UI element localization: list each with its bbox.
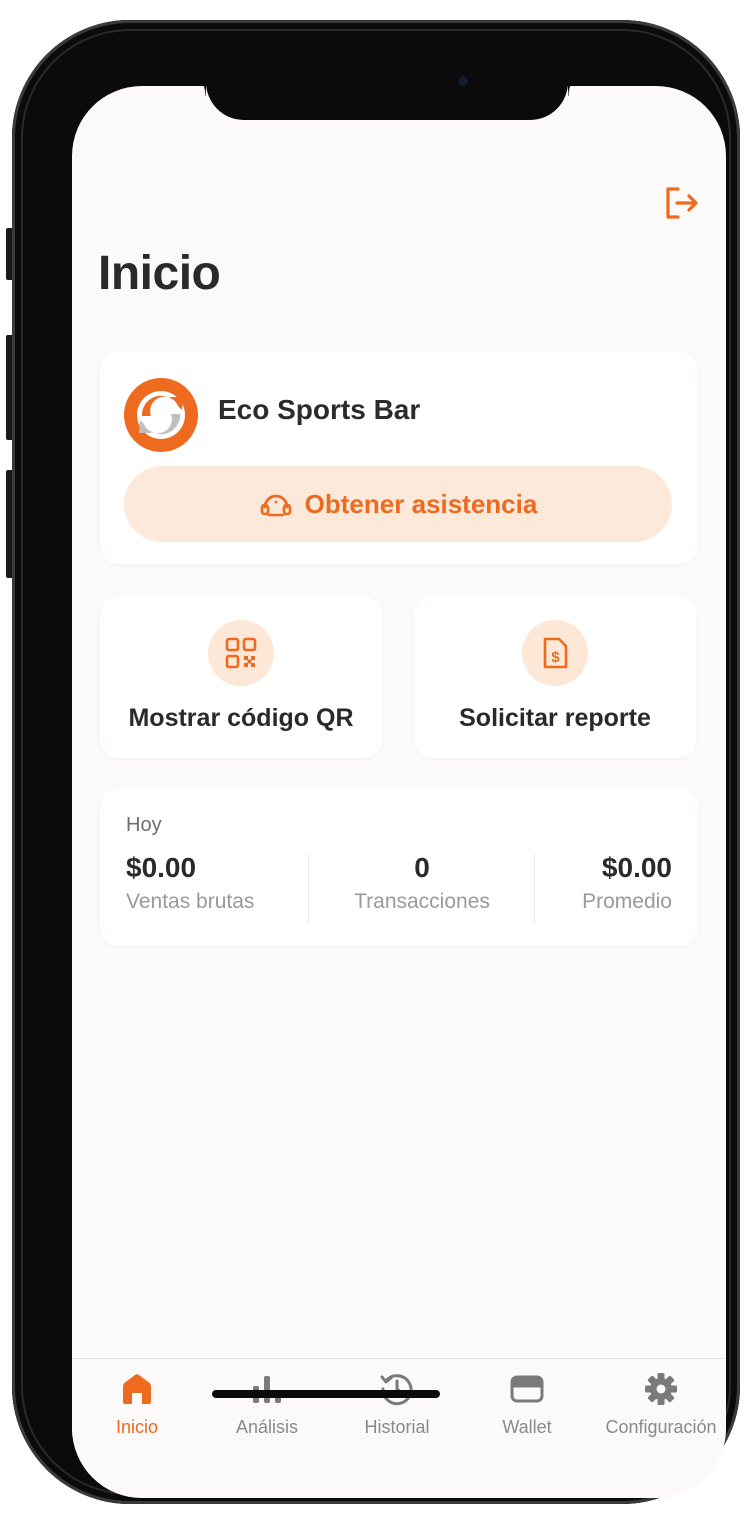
transactions-stat: 0 Transacciones — [332, 852, 512, 914]
stat-divider — [308, 854, 309, 924]
get-help-button[interactable]: Obtener asistencia — [124, 466, 672, 542]
logout-icon[interactable] — [664, 186, 700, 220]
tab-label: Inicio — [115, 1417, 159, 1437]
qr-icon-circle — [208, 620, 274, 686]
home-indicator[interactable] — [212, 1390, 440, 1398]
period-label: Hoy — [126, 814, 162, 836]
business-card: Eco Sports Bar Obtener asistencia — [100, 352, 698, 564]
phone-screen: Inicio Eco Sports Bar Obtener asistencia — [72, 86, 726, 1498]
today-summary-card: Hoy $0.00 Ventas brutas 0 Transacciones … — [100, 788, 698, 946]
transactions-value: 0 — [414, 852, 430, 883]
bottom-tab-bar: Inicio Análisis Historial Wallet Configu… — [72, 1358, 726, 1498]
gross-sales-label: Ventas brutas — [126, 890, 255, 913]
phone-frame: Inicio Eco Sports Bar Obtener asistencia — [12, 20, 740, 1504]
wallet-icon — [510, 1375, 544, 1403]
average-stat: $0.00 Promedio — [492, 852, 672, 914]
front-camera — [458, 76, 468, 86]
gear-icon — [645, 1373, 677, 1405]
tab-label: Configuración — [605, 1417, 717, 1437]
tab-inicio[interactable]: Inicio — [72, 1369, 202, 1438]
get-help-label: Obtener asistencia — [304, 488, 538, 519]
tab-label: Historial — [364, 1417, 430, 1437]
phone-notch — [176, 66, 598, 120]
bar-chart-icon — [253, 1376, 281, 1403]
qr-code-icon — [225, 637, 257, 669]
business-logo — [124, 378, 198, 452]
show-qr-card[interactable]: Mostrar código QR — [100, 596, 382, 758]
page-title: Inicio — [98, 247, 221, 300]
gross-sales-stat: $0.00 Ventas brutas — [126, 852, 306, 914]
tab-historial[interactable]: Historial — [332, 1369, 462, 1438]
tab-configuracion[interactable]: Configuración — [596, 1369, 726, 1438]
tab-label: Wallet — [502, 1417, 552, 1437]
request-report-card[interactable]: $ Solicitar reporte — [414, 596, 696, 758]
request-report-label: Solicitar reporte — [459, 704, 651, 732]
tab-wallet[interactable]: Wallet — [462, 1369, 592, 1438]
svg-text:$: $ — [551, 649, 560, 666]
transactions-label: Transacciones — [354, 890, 490, 913]
tab-label: Análisis — [235, 1417, 299, 1437]
average-label: Promedio — [582, 890, 672, 913]
report-document-icon: $ — [543, 637, 568, 669]
business-name: Eco Sports Bar — [218, 394, 421, 425]
tab-analisis[interactable]: Análisis — [202, 1369, 332, 1438]
gross-sales-value: $0.00 — [126, 852, 197, 883]
average-value: $0.00 — [601, 852, 672, 883]
history-icon — [380, 1374, 413, 1406]
report-icon-circle: $ — [522, 620, 588, 686]
home-icon — [123, 1374, 151, 1404]
support-agent-icon — [260, 494, 291, 517]
show-qr-label: Mostrar código QR — [128, 704, 354, 732]
